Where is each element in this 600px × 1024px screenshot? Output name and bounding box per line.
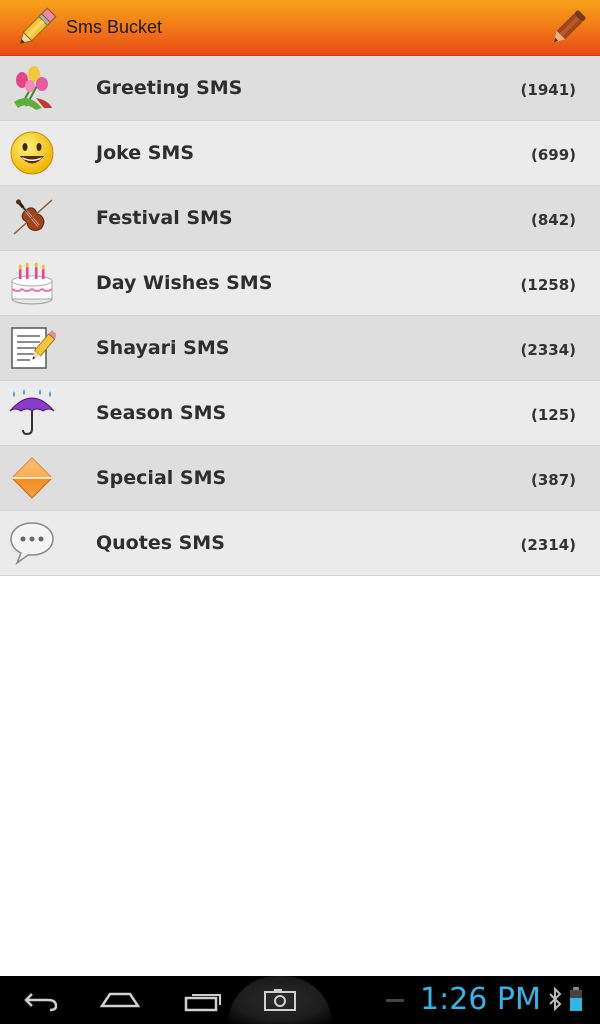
list-item-quotes-sms[interactable]: Quotes SMS (2314)	[0, 511, 600, 576]
system-nav-bar: 1:26 PM	[0, 976, 600, 1024]
category-count: (2314)	[520, 536, 576, 554]
violin-icon	[8, 194, 56, 242]
back-icon[interactable]	[18, 976, 62, 1024]
speech-bubble-icon	[8, 519, 56, 567]
bluetooth-icon	[544, 976, 566, 1024]
category-label: Greeting SMS	[96, 77, 243, 99]
flower-bouquet-icon	[8, 64, 56, 112]
category-count: (1258)	[520, 276, 576, 294]
category-label: Joke SMS	[96, 142, 195, 164]
list-item-shayari-sms[interactable]: Shayari SMS (2334)	[0, 316, 600, 381]
category-label: Day Wishes SMS	[96, 272, 273, 294]
birthday-cake-icon	[8, 259, 56, 307]
category-count: (2334)	[520, 341, 576, 359]
category-label: Festival SMS	[96, 207, 233, 229]
list-item-joke-sms[interactable]: Joke SMS (699)	[0, 121, 600, 186]
memo-pencil-icon	[8, 324, 58, 372]
list-item-day-wishes-sms[interactable]: Day Wishes SMS (1258)	[0, 251, 600, 316]
recent-apps-icon[interactable]	[180, 976, 224, 1024]
action-bar: Sms Bucket	[0, 0, 600, 56]
category-list: Greeting SMS (1941) Joke SMS (699) Festi…	[0, 56, 600, 576]
home-icon[interactable]	[98, 976, 142, 1024]
divider	[386, 999, 404, 1002]
smiley-icon	[8, 129, 56, 177]
category-label: Quotes SMS	[96, 532, 225, 554]
app-title: Sms Bucket	[66, 17, 163, 37]
pencil-logo-icon	[12, 4, 60, 52]
category-label: Shayari SMS	[96, 337, 230, 359]
category-label: Special SMS	[96, 467, 227, 489]
compose-pencil-icon[interactable]	[546, 6, 590, 50]
category-count: (842)	[530, 211, 576, 229]
battery-icon	[566, 976, 586, 1024]
category-count: (125)	[530, 406, 576, 424]
camera-icon[interactable]	[258, 976, 302, 1024]
category-count: (699)	[530, 146, 576, 164]
orange-diamond-icon	[8, 454, 56, 502]
category-label: Season SMS	[96, 402, 227, 424]
list-item-special-sms[interactable]: Special SMS (387)	[0, 446, 600, 511]
list-item-season-sms[interactable]: Season SMS (125)	[0, 381, 600, 446]
list-item-festival-sms[interactable]: Festival SMS (842)	[0, 186, 600, 251]
category-count: (387)	[530, 471, 576, 489]
status-clock: 1:26 PM	[420, 982, 541, 1017]
category-count: (1941)	[520, 81, 576, 99]
umbrella-rain-icon	[8, 389, 56, 437]
list-item-greeting-sms[interactable]: Greeting SMS (1941)	[0, 56, 600, 121]
